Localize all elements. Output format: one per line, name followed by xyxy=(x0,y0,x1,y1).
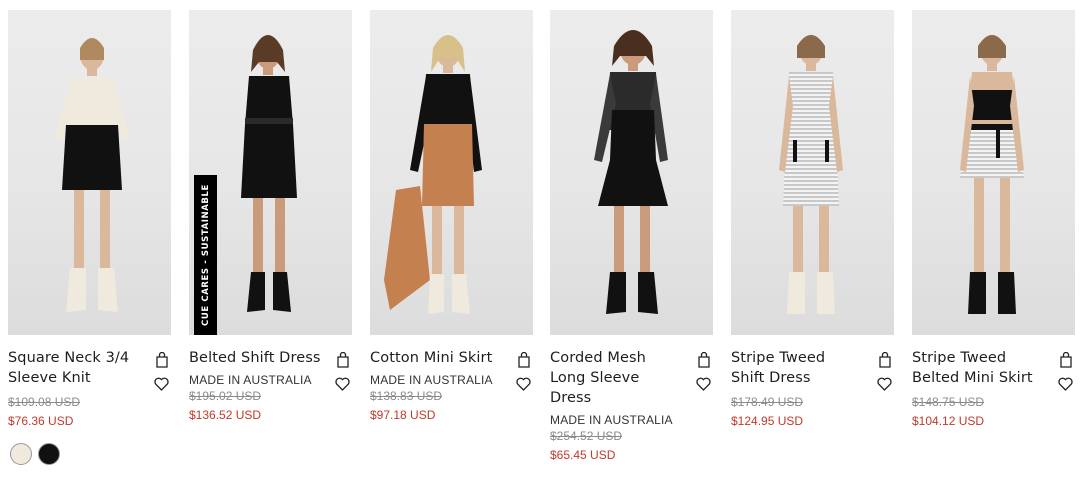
product-card[interactable]: CUE CARES - SUSTAINABLE Belted Shift Dre… xyxy=(189,0,352,486)
sale-price: $65.45 USD xyxy=(550,448,616,462)
product-name[interactable]: Corded Mesh Long Sleeve Dress xyxy=(550,348,682,408)
heart-icon[interactable] xyxy=(696,377,711,391)
product-name[interactable]: Stripe Tweed Shift Dress xyxy=(731,348,863,388)
shopping-bag-icon[interactable] xyxy=(155,352,169,368)
product-image[interactable] xyxy=(550,10,713,335)
heart-icon[interactable] xyxy=(154,377,169,391)
shopping-bag-icon[interactable] xyxy=(336,352,350,368)
was-price: $138.83 USD xyxy=(370,389,443,403)
product-image[interactable] xyxy=(370,10,533,335)
heart-icon[interactable] xyxy=(1058,377,1073,391)
shopping-bag-icon[interactable] xyxy=(878,352,892,368)
shopping-bag-icon[interactable] xyxy=(517,352,531,368)
product-info: Stripe Tweed Shift Dress $178.49 USD $12… xyxy=(731,348,894,430)
swatch-black[interactable] xyxy=(38,443,60,465)
product-image[interactable] xyxy=(731,10,894,335)
product-info: Belted Shift Dress MADE IN AUSTRALIA $19… xyxy=(189,348,352,424)
heart-icon[interactable] xyxy=(335,377,350,391)
shopping-bag-icon[interactable] xyxy=(697,352,711,368)
was-price: $148.75 USD xyxy=(912,395,985,409)
was-price: $178.49 USD xyxy=(731,395,804,409)
heart-icon[interactable] xyxy=(877,377,892,391)
was-price: $195.02 USD xyxy=(189,389,262,403)
product-name[interactable]: Cotton Mini Skirt xyxy=(370,348,502,368)
sale-price: $104.12 USD xyxy=(912,414,985,428)
product-info: Corded Mesh Long Sleeve Dress MADE IN AU… xyxy=(550,348,713,464)
heart-icon[interactable] xyxy=(516,377,531,391)
sale-price: $97.18 USD xyxy=(370,408,436,422)
product-card[interactable]: Cotton Mini Skirt MADE IN AUSTRALIA $138… xyxy=(370,0,533,486)
was-price: $254.52 USD xyxy=(550,429,623,443)
product-card[interactable]: Corded Mesh Long Sleeve Dress MADE IN AU… xyxy=(550,0,713,486)
product-name[interactable]: Stripe Tweed Belted Mini Skirt xyxy=(912,348,1044,388)
sale-price: $76.36 USD xyxy=(8,414,74,428)
product-card[interactable]: Stripe Tweed Belted Mini Skirt $148.75 U… xyxy=(912,0,1075,486)
sale-price: $136.52 USD xyxy=(189,408,262,422)
product-grid: Square Neck 3/4 Sleeve Knit $109.08 USD … xyxy=(0,0,1080,486)
product-name[interactable]: Belted Shift Dress xyxy=(189,348,321,368)
made-in-label: MADE IN AUSTRALIA xyxy=(189,373,312,387)
product-image[interactable]: CUE CARES - SUSTAINABLE xyxy=(189,10,352,335)
product-card[interactable]: Square Neck 3/4 Sleeve Knit $109.08 USD … xyxy=(8,0,171,486)
sustainable-badge-label: CUE CARES - SUSTAINABLE xyxy=(200,184,211,326)
was-price: $109.08 USD xyxy=(8,395,81,409)
product-image[interactable] xyxy=(912,10,1075,335)
product-info: Cotton Mini Skirt MADE IN AUSTRALIA $138… xyxy=(370,348,533,424)
made-in-label: MADE IN AUSTRALIA xyxy=(370,373,493,387)
product-name[interactable]: Square Neck 3/4 Sleeve Knit xyxy=(8,348,140,388)
product-card[interactable]: Stripe Tweed Shift Dress $178.49 USD $12… xyxy=(731,0,894,486)
shopping-bag-icon[interactable] xyxy=(1059,352,1073,368)
sale-price: $124.95 USD xyxy=(731,414,804,428)
product-image[interactable] xyxy=(8,10,171,335)
swatch-cream[interactable] xyxy=(10,443,32,465)
made-in-label: MADE IN AUSTRALIA xyxy=(550,413,673,427)
sustainable-badge: CUE CARES - SUSTAINABLE xyxy=(194,175,217,335)
color-swatches xyxy=(10,443,60,465)
product-info: Stripe Tweed Belted Mini Skirt $148.75 U… xyxy=(912,348,1075,430)
product-info: Square Neck 3/4 Sleeve Knit $109.08 USD … xyxy=(8,348,171,430)
